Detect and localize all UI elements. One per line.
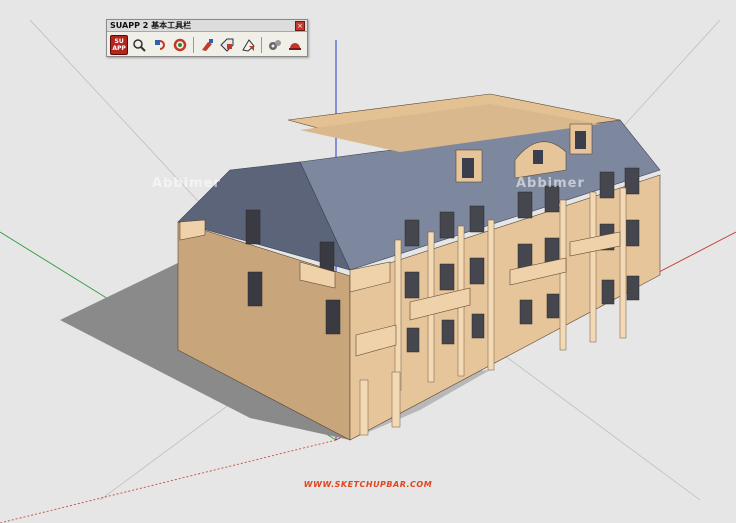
- column: [589, 191, 597, 343]
- rotate-button[interactable]: [151, 35, 169, 55]
- gears-button[interactable]: [266, 35, 284, 55]
- window: [601, 279, 615, 305]
- window: [439, 211, 455, 239]
- window: [406, 327, 420, 353]
- window: [519, 299, 533, 325]
- close-button[interactable]: ×: [295, 21, 305, 31]
- window: [517, 191, 533, 219]
- rotate-icon: [154, 40, 165, 50]
- toolbar-separator: [260, 37, 262, 53]
- logo-text-bottom: APP: [112, 45, 126, 52]
- suapp-logo-button[interactable]: SU APP: [110, 35, 129, 55]
- toolbar-title-bar[interactable]: SUAPP 2 基本工具栏 ×: [107, 20, 307, 32]
- flag-button[interactable]: [238, 35, 256, 55]
- window: [546, 293, 560, 319]
- magnifier-icon: [133, 39, 147, 52]
- window: [624, 219, 640, 247]
- window: [469, 205, 485, 233]
- magnifier-button[interactable]: [130, 35, 148, 55]
- sketchup-viewport[interactable]: Abbimer Abbimer SUAPP 2 基本工具栏 × SU APP W…: [0, 0, 736, 523]
- window: [439, 263, 455, 291]
- helmet-icon: [288, 43, 301, 50]
- window: [469, 257, 485, 285]
- column: [394, 239, 402, 391]
- window: [325, 299, 341, 335]
- footer-url[interactable]: WWW.SKETCHUPBAR.COM: [0, 480, 736, 489]
- column: [559, 199, 567, 351]
- tag-button[interactable]: [218, 35, 236, 55]
- helmet-button[interactable]: [286, 35, 304, 55]
- window: [441, 319, 455, 345]
- refresh-icon: [173, 38, 187, 52]
- window: [624, 167, 640, 195]
- window: [404, 219, 420, 247]
- watermark-left: Abbimer: [152, 176, 221, 191]
- brush-button[interactable]: [198, 35, 216, 55]
- column: [487, 219, 495, 371]
- window: [599, 171, 615, 199]
- suapp-toolbar[interactable]: SUAPP 2 基本工具栏 × SU APP: [106, 19, 308, 57]
- gears-icon: [268, 40, 281, 50]
- watermark-right: Abbimer: [516, 176, 585, 191]
- brush-icon: [202, 39, 214, 51]
- logo-text-top: SU: [114, 38, 124, 45]
- window: [404, 271, 420, 299]
- toolbar-title: SUAPP 2 基本工具栏: [110, 21, 192, 30]
- tag-icon: [220, 38, 234, 52]
- refresh-button[interactable]: [171, 35, 189, 55]
- flag-icon: [241, 39, 255, 52]
- window: [626, 275, 640, 301]
- column: [619, 187, 627, 339]
- toolbar-buttons: SU APP: [107, 32, 307, 58]
- toolbar-separator: [193, 37, 194, 53]
- window: [245, 209, 261, 245]
- column: [359, 379, 369, 436]
- window: [247, 271, 263, 307]
- column: [391, 371, 401, 428]
- window: [471, 313, 485, 339]
- model-scene[interactable]: [0, 0, 736, 523]
